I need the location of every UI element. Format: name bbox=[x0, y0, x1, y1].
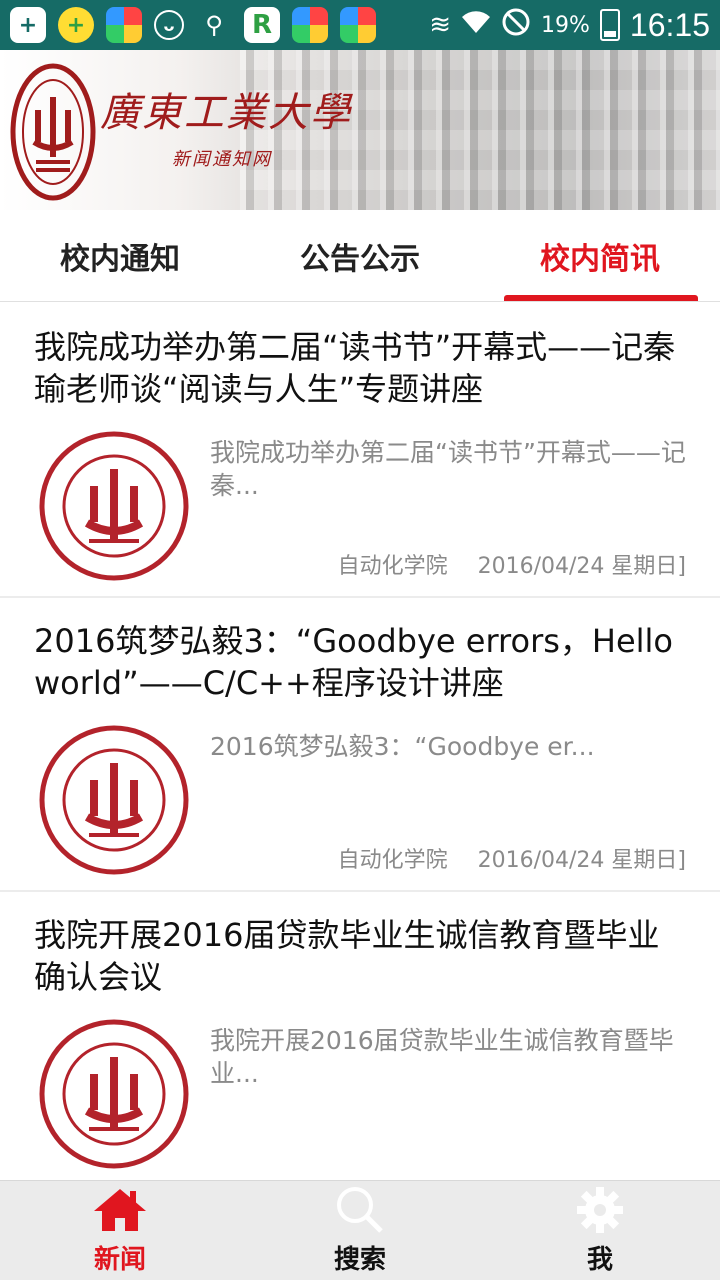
app-icon bbox=[106, 7, 142, 43]
battery-icon bbox=[599, 9, 620, 41]
plus-box-icon: + bbox=[10, 7, 46, 43]
article-title: 2016筑梦弘毅3：“Goodbye errors，Hello world”——… bbox=[34, 622, 674, 702]
status-bar: + + ᴗ ⚲ R ≋ 19% 16:15 bbox=[0, 0, 720, 50]
battery-percent: 19% bbox=[541, 12, 590, 38]
notification-icons: + + ᴗ ⚲ R bbox=[10, 7, 376, 43]
no-sign-icon bbox=[501, 7, 531, 44]
university-logo bbox=[10, 63, 96, 201]
article-list[interactable]: 我院成功举办第二届“读书节”开幕式——记秦瑜老师谈“阅读与人生”专题讲座 我院成… bbox=[0, 304, 720, 1180]
nav-label: 新闻 bbox=[93, 1245, 146, 1275]
list-item[interactable]: 我院成功举办第二届“读书节”开幕式——记秦瑜老师谈“阅读与人生”专题讲座 我院成… bbox=[0, 304, 720, 596]
article-title: 我院开展2016届贷款毕业生诚信教育暨毕业确认会议 bbox=[34, 916, 660, 996]
tab-campus-notice[interactable]: 校内通知 bbox=[0, 210, 240, 301]
list-item[interactable]: 我院开展2016届贷款毕业生诚信教育暨毕业确认会议 我院开展2016届贷款毕业生… bbox=[0, 892, 720, 1180]
app-icon bbox=[292, 7, 328, 43]
article-title: 我院成功举办第二届“读书节”开幕式——记秦瑜老师谈“阅读与人生”专题讲座 bbox=[34, 328, 676, 408]
article-department: 自动化学院 bbox=[337, 554, 448, 579]
site-subtitle: 新闻通知网 bbox=[172, 149, 272, 170]
article-department: 自动化学院 bbox=[337, 848, 448, 873]
nav-label: 搜索 bbox=[333, 1245, 386, 1275]
tab-campus-briefs[interactable]: 校内简讯 bbox=[480, 210, 720, 301]
gear-icon bbox=[572, 1185, 628, 1235]
nav-search[interactable]: 搜索 bbox=[240, 1181, 480, 1280]
article-date: 2016/04/24 星期日] bbox=[477, 848, 686, 873]
article-thumbnail bbox=[34, 1019, 194, 1169]
header-banner: 廣東工業大學 新闻通知网 bbox=[0, 50, 720, 210]
wifi-icon bbox=[461, 9, 491, 42]
category-tabs: 校内通知 公告公示 校内简讯 bbox=[0, 210, 720, 302]
vibrate-icon: ≋ bbox=[429, 10, 452, 40]
add-icon: + bbox=[58, 7, 94, 43]
article-thumbnail bbox=[34, 431, 194, 581]
article-summary: 我院开展2016届贷款毕业生诚信教育暨毕业... bbox=[210, 1026, 674, 1088]
search-icon bbox=[332, 1185, 388, 1235]
r-app-icon: R bbox=[244, 7, 280, 43]
article-meta: 自动化学院 2016/04/24 星期日] bbox=[338, 842, 686, 874]
home-icon bbox=[92, 1185, 148, 1235]
article-date: 2016/04/24 星期日] bbox=[477, 554, 686, 579]
nav-news[interactable]: 新闻 bbox=[0, 1181, 240, 1280]
list-item[interactable]: 2016筑梦弘毅3：“Goodbye errors，Hello world”——… bbox=[0, 598, 720, 890]
article-meta: 自动化学院 2016/04/24 星期日] bbox=[338, 548, 686, 580]
bottom-navigation: 新闻 搜索 我 bbox=[0, 1180, 720, 1280]
university-name: 廣東工業大學 bbox=[100, 90, 352, 136]
system-icons: ≋ 19% 16:15 bbox=[429, 7, 710, 44]
tab-announcements[interactable]: 公告公示 bbox=[240, 210, 480, 301]
clock: 16:15 bbox=[629, 6, 710, 43]
app-icon bbox=[340, 7, 376, 43]
article-thumbnail bbox=[34, 725, 194, 875]
nav-me[interactable]: 我 bbox=[480, 1181, 720, 1280]
usb-icon: ⚲ bbox=[205, 11, 223, 39]
nav-label: 我 bbox=[586, 1245, 613, 1275]
face-icon: ᴗ bbox=[154, 10, 184, 40]
